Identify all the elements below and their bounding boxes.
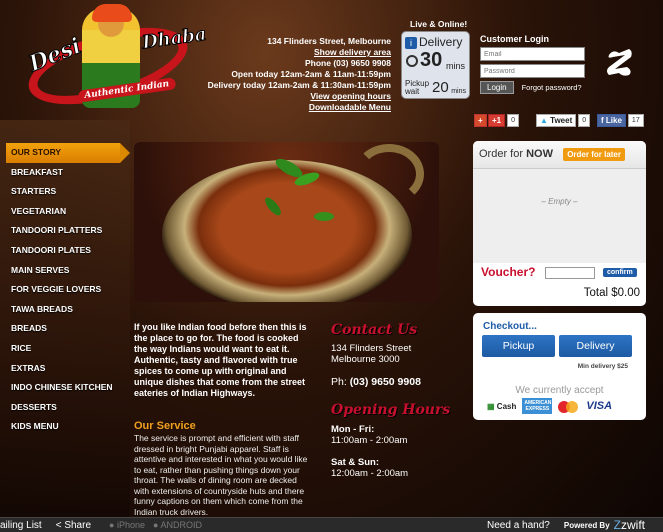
nav-item-tawa-breads[interactable]: TAWA BREADS: [6, 300, 126, 320]
nav-item-our-story[interactable]: OUR STORY: [6, 143, 130, 163]
forgot-password-link[interactable]: Forgot password?: [522, 83, 582, 92]
checkout-panel: Checkout... Pickup Delivery Min delivery…: [473, 313, 646, 420]
zwift-brand[interactable]: Zzwift: [614, 518, 645, 532]
zwift-logo-icon[interactable]: [603, 45, 637, 79]
coriander-garnish: [314, 212, 334, 221]
nav-item-desserts[interactable]: DESSERTS: [6, 398, 126, 418]
delivery-button[interactable]: Delivery: [559, 335, 632, 357]
share-icon: <: [55, 519, 62, 531]
google-plus-button[interactable]: +1 0: [488, 114, 520, 127]
pickup-wait-unit: mins: [451, 88, 466, 95]
nav-item-indo-chinese-kitchen[interactable]: INDO CHINESE KITCHEN: [6, 378, 126, 398]
mastercard-icon: [558, 400, 580, 413]
amex-icon: AMERICAN EXPRESS: [522, 398, 553, 414]
nav-item-breakfast[interactable]: BREAKFAST: [6, 163, 126, 183]
customer-login-form: Customer Login Login Forgot password?: [480, 34, 590, 94]
order-total: Total $0.00: [583, 287, 640, 299]
pickup-button[interactable]: Pickup: [482, 335, 555, 357]
hours-weekday: Mon - Fri: 11:00am - 2:00am: [331, 424, 408, 446]
mailing-list-link[interactable]: ailing List: [0, 520, 42, 531]
password-field[interactable]: [480, 64, 585, 78]
twitter-icon: ▲: [540, 116, 548, 125]
opening-hours-heading: Opening Hours: [331, 402, 451, 418]
zwift-icon: Z: [613, 518, 621, 532]
contact-phone: Ph: (03) 9650 9908: [331, 376, 421, 388]
opening-hours-link[interactable]: View opening hours: [191, 91, 391, 102]
visa-icon: VISA: [586, 400, 613, 412]
pickup-wait-label: Pickup wait: [405, 79, 430, 96]
our-service-heading: Our Service: [134, 420, 196, 432]
restaurant-logo[interactable]: Desi Dhaba Authentic Indian: [20, 4, 208, 122]
logo-turban: [92, 4, 132, 22]
voucher-label: Voucher?: [481, 265, 536, 279]
nav-item-rice[interactable]: RICE: [6, 339, 126, 359]
cash-icon: ▦ Cash: [487, 401, 517, 411]
delivery-wait-minutes: 30: [406, 49, 442, 72]
android-icon: ●: [153, 520, 159, 530]
delivery-wait-label: i Delivery: [405, 35, 462, 49]
nav-item-extras[interactable]: EXTRAS: [6, 359, 126, 379]
hours-weekend: Sat & Sun: 12:00am - 2:00am: [331, 457, 409, 479]
curry-bowl: [162, 160, 412, 302]
delivery-wait-unit: mins: [445, 61, 465, 71]
footer-bar: ailing List < Share ● iPhone ● ANDROID N…: [0, 517, 663, 532]
nav-item-starters[interactable]: STARTERS: [6, 182, 126, 202]
contact-heading: Contact Us: [331, 322, 418, 338]
delivery-area-link[interactable]: Show delivery area: [191, 47, 391, 58]
delivery-today-text: Delivery today 12am-2am & 11:30am-11:59p…: [207, 80, 391, 90]
nav-item-kids-menu[interactable]: KIDS MENU: [6, 417, 126, 437]
share-link[interactable]: < Share: [56, 520, 91, 531]
downloadable-menu-link[interactable]: Downloadable Menu: [191, 102, 391, 113]
voucher-input[interactable]: [545, 267, 595, 279]
street-address: 134 Flinders Street, Melbourne: [267, 36, 391, 46]
contact-address: 134 Flinders Street Melbourne 3000: [331, 343, 412, 365]
payment-accept-text: We currently accept: [515, 385, 604, 396]
payment-methods: ▦ Cash AMERICAN EXPRESS VISA: [487, 398, 612, 414]
address-block: 134 Flinders Street, Melbourne Show deli…: [191, 36, 391, 113]
facebook-like-button[interactable]: f Like 17: [597, 114, 644, 127]
powered-by-label: Powered By: [563, 520, 610, 530]
pickup-wait-minutes: 20: [432, 79, 449, 96]
nav-item-breads[interactable]: BREADS: [6, 319, 126, 339]
open-today-text: Open today 12am-2am & 11am-11:59pm: [231, 69, 391, 79]
nav-item-main-serves[interactable]: MAIN SERVES: [6, 261, 126, 281]
order-for-later-button[interactable]: Order for later: [563, 148, 625, 161]
plus-icon: +: [474, 114, 487, 127]
android-link[interactable]: ● ANDROID: [153, 520, 202, 530]
iphone-link[interactable]: ● iPhone: [109, 520, 145, 530]
phone-text: Phone (03) 9650 9908: [305, 58, 391, 68]
clock-icon: [406, 54, 418, 67]
tweet-count: 0: [578, 114, 591, 127]
apple-icon: ●: [109, 520, 115, 530]
tweet-button[interactable]: ▲ Tweet 0: [536, 114, 591, 127]
email-field[interactable]: [480, 47, 585, 61]
nav-item-for-veggie-lovers[interactable]: FOR VEGGIE LOVERS: [6, 280, 126, 300]
login-button[interactable]: Login: [480, 81, 514, 94]
curry-dish-photo: [134, 142, 439, 302]
order-empty-cart: – Empty –: [473, 169, 646, 263]
menu-category-nav: OUR STORY BREAKFAST STARTERS VEGETARIAN TAND…: [6, 143, 130, 437]
info-icon: i: [405, 37, 417, 49]
intro-text: If you like Indian food before then this…: [134, 322, 307, 398]
wait-time-widget: i Delivery 30 mins Pickup wait 20 mins: [401, 31, 470, 99]
order-panel: Order for NOW Order for later – Empty – …: [473, 141, 646, 306]
checkout-heading: Checkout...: [483, 321, 537, 332]
nav-item-vegetarian[interactable]: VEGETARIAN: [6, 202, 126, 222]
voucher-confirm-button[interactable]: confirm: [603, 268, 637, 277]
facebook-icon: f: [601, 116, 604, 125]
nav-item-tandoori-plates[interactable]: TANDOORI PLATES: [6, 241, 126, 261]
login-title: Customer Login: [480, 34, 549, 44]
our-service-text: The service is prompt and efficient with…: [134, 433, 308, 517]
live-online-label: Live & Online!: [410, 19, 468, 29]
google-plus-count: 0: [507, 114, 520, 127]
like-count: 17: [627, 114, 644, 127]
min-delivery-note: Min delivery $25: [577, 363, 628, 370]
share-plus-button[interactable]: +: [474, 114, 487, 127]
need-help-link[interactable]: Need a hand?: [487, 520, 550, 531]
nav-item-tandoori-platters[interactable]: TANDOORI PLATTERS: [6, 221, 126, 241]
